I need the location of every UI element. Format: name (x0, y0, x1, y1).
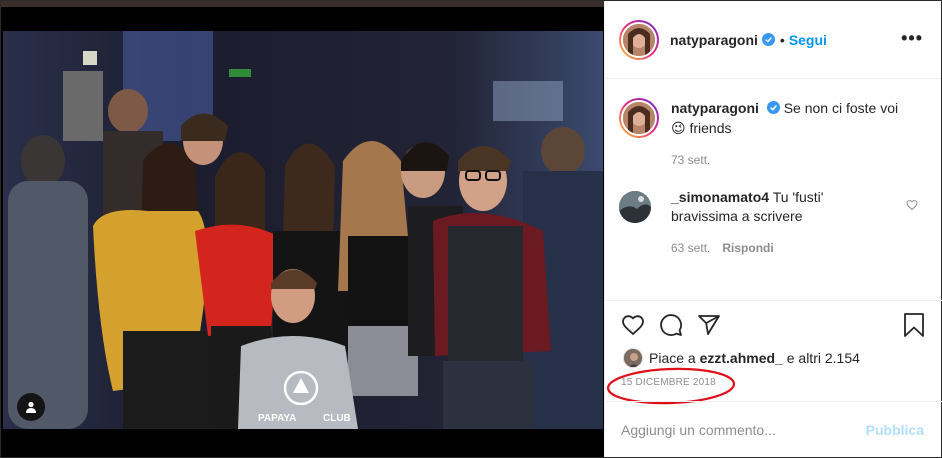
verified-badge-icon (766, 101, 780, 114)
comments-list[interactable]: natyparagoni Se non ci foste voi 😉 frien… (605, 80, 942, 300)
likes-suffix[interactable]: e altri 2.154 (787, 350, 860, 366)
author-username[interactable]: natyparagoni (670, 32, 758, 48)
comment-input[interactable] (621, 421, 851, 438)
user-tag-icon[interactable] (17, 393, 45, 421)
follow-button[interactable]: Segui (789, 32, 827, 48)
svg-text:PAPAYA: PAPAYA (258, 413, 296, 424)
post-media[interactable]: PAPAYA CLUB (1, 1, 604, 457)
post-photo[interactable]: PAPAYA CLUB (3, 31, 603, 429)
caption: natyparagoni Se non ci foste voi 😉 frien… (619, 98, 911, 138)
liker-username[interactable]: ezzt.ahmed_ (700, 350, 783, 366)
commenter-username[interactable]: _simonamato4 (671, 189, 769, 205)
post-header: natyparagoni • Segui ••• (605, 1, 941, 79)
share-icon[interactable] (697, 313, 721, 337)
heart-icon[interactable] (621, 313, 645, 337)
comment-meta: 63 sett. Rispondi (671, 241, 774, 255)
caption-username[interactable]: natyparagoni (671, 100, 759, 116)
post-actions: Piace a ezzt.ahmed_ e altri 2.154 15 DIC… (605, 300, 942, 405)
commenter-avatar[interactable] (619, 191, 651, 223)
comment-like-heart-icon[interactable] (906, 199, 918, 211)
bookmark-icon[interactable] (902, 313, 926, 337)
more-options-icon[interactable]: ••• (901, 29, 923, 47)
svg-text:CLUB: CLUB (323, 413, 351, 424)
comment-item: _simonamato4 Tu 'fusti' bravissima a scr… (619, 188, 891, 226)
comment-timestamp[interactable]: 63 sett. (671, 241, 710, 255)
caption-timestamp[interactable]: 73 sett. (671, 153, 710, 167)
verified-badge-icon (761, 33, 775, 46)
caption-avatar[interactable] (619, 98, 659, 138)
separator-dot: • (779, 31, 785, 48)
publish-button[interactable]: Pubblica (866, 422, 924, 438)
media-top-strip (1, 1, 604, 7)
likes-prefix: Piace a (649, 350, 696, 366)
author-avatar[interactable] (619, 19, 659, 60)
comment-icon[interactable] (659, 313, 683, 337)
reply-button[interactable]: Rispondi (722, 241, 773, 255)
post-side-panel: natyparagoni • Segui ••• natyparagoni Se… (604, 1, 942, 457)
group-photo-illustration: PAPAYA CLUB (3, 31, 603, 429)
add-comment-bar: Pubblica (605, 401, 942, 457)
